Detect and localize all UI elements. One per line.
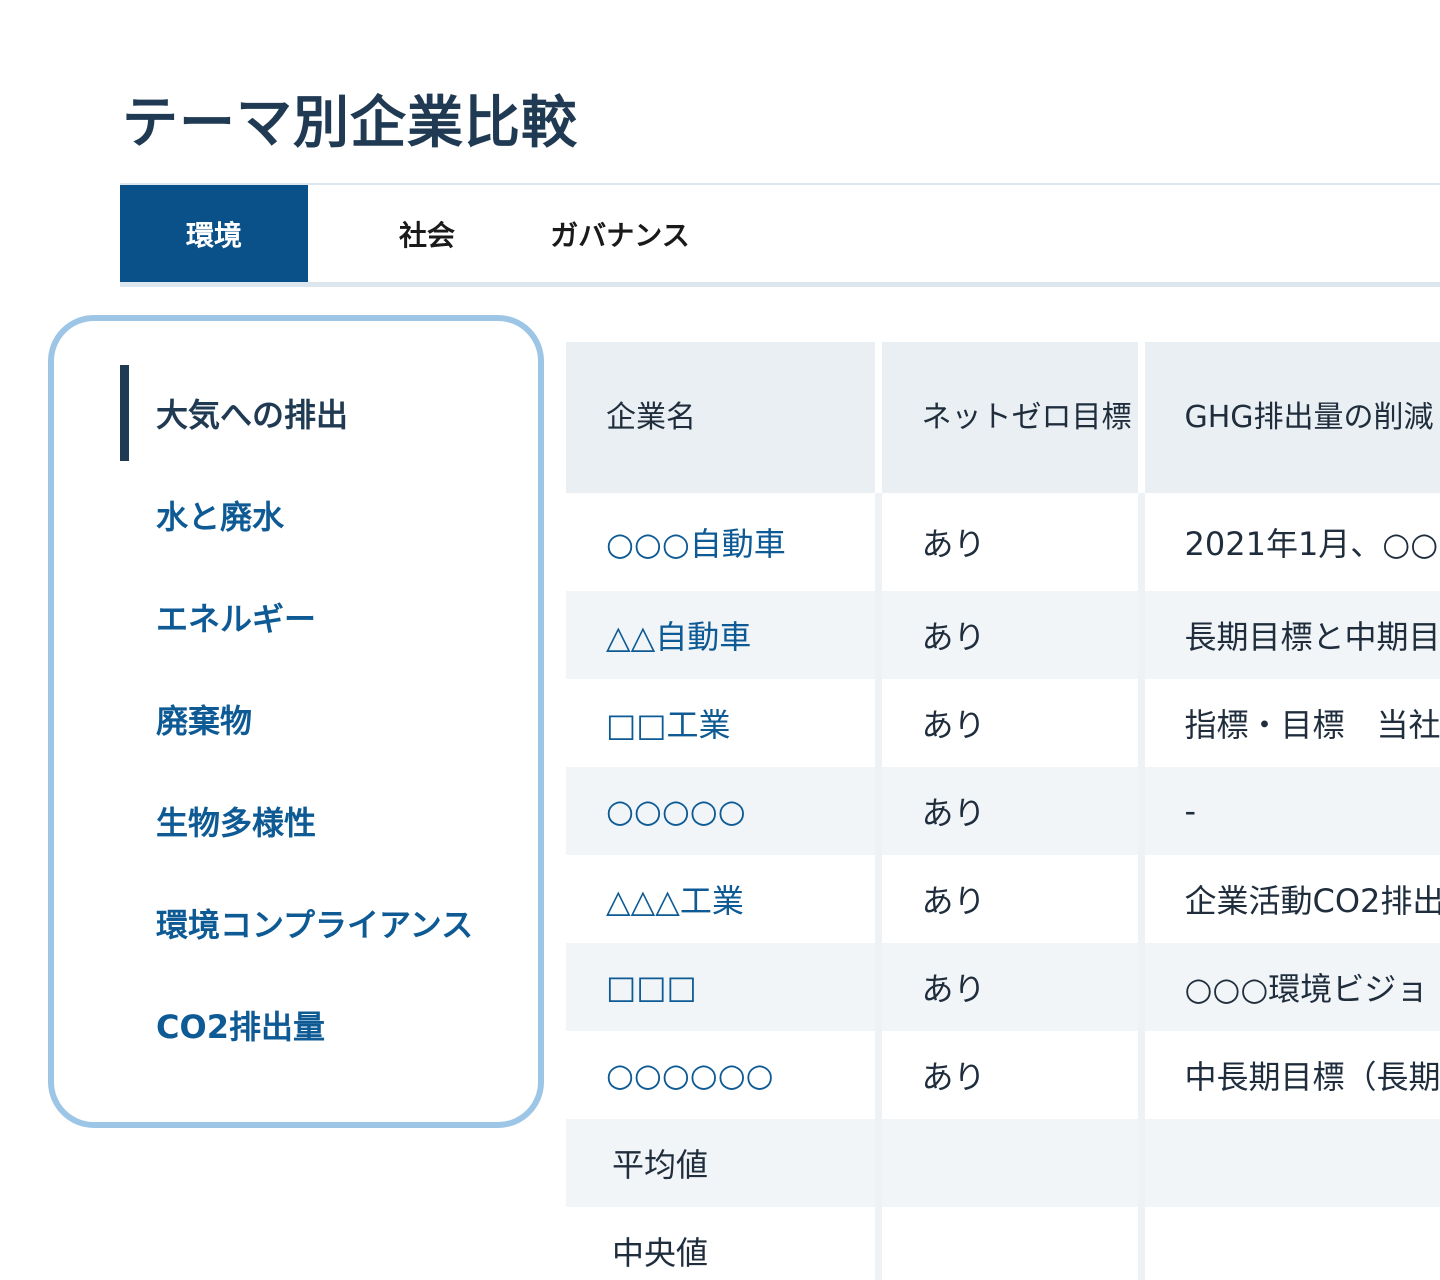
tab-governance[interactable]: ガバナンス [530,185,710,282]
netzero-cell: あり [874,679,1141,767]
ghg-cell: ○○○環境ビジョ [1137,943,1440,1031]
company-link[interactable]: △△自動車 [566,591,878,679]
tab-bar-divider [120,282,1440,287]
table-row: □□□ あり ○○○環境ビジョ [566,943,1440,1031]
ghg-cell: 2021年1月、○○ [1137,493,1440,591]
stat-label-average: 平均値 [566,1119,878,1207]
header-company: 企業名 [566,342,878,493]
company-link[interactable]: □□□ [566,943,878,1031]
page-title: テーマ別企業比較 [122,91,578,156]
sidebar-item-biodiversity[interactable]: 生物多様性 [156,801,316,845]
stat-ghg-cell [1137,1119,1440,1207]
page: テーマ別企業比較 環境 社会 ガバナンス 大気への排出 水と廃水 エネルギー 廃… [0,0,1440,1280]
table-stat-row-median: 中央値 [566,1207,1440,1280]
stat-label-median: 中央値 [612,1234,709,1272]
stat-ghg-cell [1137,1207,1440,1280]
table-header-row: 企業名 ネットゼロ目標 GHG排出量の削減 [566,342,1440,493]
ghg-cell: 指標・目標 当社 [1137,679,1440,767]
sidebar-item-air-emissions[interactable]: 大気への排出 [156,393,348,437]
header-ghg: GHG排出量の削減 [1137,342,1440,493]
stat-netzero-cell [874,1119,1141,1207]
active-item-indicator [120,365,129,461]
table-row: △△自動車 あり 長期目標と中期目 [566,591,1440,679]
netzero-cell: あり [874,767,1141,855]
table-row: ○○○○○ あり - [566,767,1440,855]
tab-bar: 環境 社会 ガバナンス [120,183,1440,287]
company-link[interactable]: □□工業 [566,679,878,767]
sidebar-item-water[interactable]: 水と廃水 [156,495,284,539]
company-link[interactable]: △△△工業 [566,855,878,943]
table-row: ○○○自動車 あり 2021年1月、○○ [566,493,1440,591]
ghg-cell: - [1137,767,1440,855]
netzero-cell: あり [874,493,1141,591]
company-link[interactable]: ○○○自動車 [566,493,878,591]
netzero-cell: あり [874,943,1141,1031]
company-link[interactable]: ○○○○○ [566,767,878,855]
theme-sidebar: 大気への排出 水と廃水 エネルギー 廃棄物 生物多様性 環境コンプライアンス C… [48,315,544,1128]
ghg-cell: 中長期目標（長期 [1137,1031,1440,1119]
sidebar-item-waste[interactable]: 廃棄物 [156,699,252,743]
netzero-cell: あり [874,1031,1141,1119]
table-row: △△△工業 あり 企業活動CO2排出 [566,855,1440,943]
sidebar-item-co2[interactable]: CO2排出量 [156,1005,325,1049]
ghg-cell: 企業活動CO2排出 [1137,855,1440,943]
header-netzero: ネットゼロ目標 [874,342,1141,493]
table-stat-row-average: 平均値 [566,1119,1440,1207]
comparison-table: 企業名 ネットゼロ目標 GHG排出量の削減 ○○○自動車 あり 2021年1月、… [566,342,1440,1280]
ghg-cell: 長期目標と中期目 [1137,591,1440,679]
tab-environment[interactable]: 環境 [120,185,308,282]
company-link[interactable]: ○○○○○○ [566,1031,878,1119]
comparison-table-container[interactable]: 企業名 ネットゼロ目標 GHG排出量の削減 ○○○自動車 あり 2021年1月、… [566,342,1440,1280]
sidebar-item-compliance[interactable]: 環境コンプライアンス [156,903,473,947]
tab-social[interactable]: 社会 [372,185,482,282]
netzero-cell: あり [874,855,1141,943]
netzero-cell: あり [874,591,1141,679]
stat-netzero-cell [874,1207,1141,1280]
sidebar-item-energy[interactable]: エネルギー [156,597,316,641]
table-row: □□工業 あり 指標・目標 当社 [566,679,1440,767]
table-row: ○○○○○○ あり 中長期目標（長期 [566,1031,1440,1119]
